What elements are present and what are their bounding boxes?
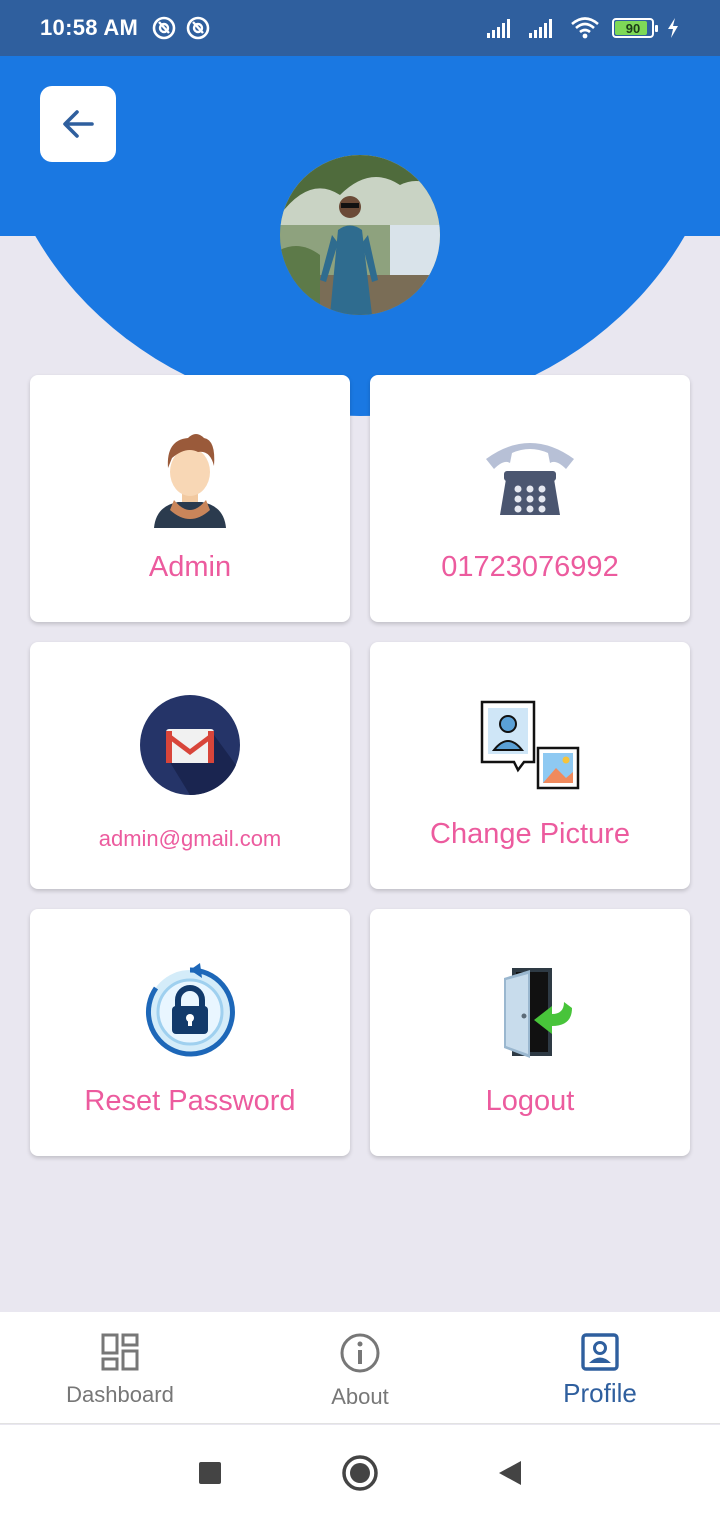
system-navigation-bar: [0, 1425, 720, 1520]
signal-icon: [529, 19, 552, 38]
system-back-button[interactable]: [485, 1448, 535, 1498]
admin-label: Admin: [148, 551, 232, 583]
email-card[interactable]: admin@gmail.com: [30, 642, 350, 889]
lock-reset-icon: [135, 961, 245, 1063]
phone-card[interactable]: 01723076992: [370, 375, 690, 622]
telephone-icon: [475, 427, 585, 529]
status-notification-icons: [152, 16, 210, 40]
profile-photo: [280, 155, 440, 315]
home-button[interactable]: [335, 1448, 385, 1498]
dashboard-icon: [101, 1333, 139, 1371]
nav-label-profile: Profile: [563, 1378, 637, 1408]
info-icon: [340, 1333, 380, 1373]
notification-icon: [186, 16, 210, 40]
back-button[interactable]: [40, 86, 116, 162]
charging-icon: [668, 18, 678, 38]
change-picture-icon: [475, 694, 585, 796]
profile-avatar[interactable]: [280, 155, 440, 315]
triangle-back-icon: [499, 1460, 521, 1485]
change-picture-card[interactable]: Change Picture: [370, 642, 690, 889]
nav-item-profile[interactable]: Profile: [480, 1312, 720, 1423]
profile-options-grid: Admin 01723076992 admin@gmail.com Change…: [30, 375, 690, 1156]
logout-label: Logout: [485, 1085, 575, 1117]
home-circle-icon: [342, 1454, 378, 1491]
logout-card[interactable]: Logout: [370, 909, 690, 1156]
bottom-navigation: Dashboard About Profile: [0, 1312, 720, 1424]
arrow-left-icon: [63, 110, 94, 138]
battery-level: 90: [625, 20, 641, 36]
nav-label-dashboard: Dashboard: [66, 1382, 174, 1407]
nav-item-about[interactable]: About: [240, 1312, 480, 1423]
email-label: admin@gmail.com: [98, 826, 282, 851]
phone-label: 01723076992: [441, 551, 619, 583]
user-avatar-icon: [135, 427, 245, 529]
square-icon: [199, 1461, 221, 1484]
gmail-icon: [135, 694, 245, 796]
reset-password-label: Reset Password: [84, 1085, 296, 1117]
signal-icon: [487, 19, 510, 38]
change-picture-label: Change Picture: [430, 818, 630, 850]
logout-door-icon: [475, 961, 585, 1063]
nav-label-about: About: [331, 1384, 389, 1409]
notification-icon: [152, 16, 176, 40]
nav-item-dashboard[interactable]: Dashboard: [0, 1312, 240, 1423]
admin-card[interactable]: Admin: [30, 375, 350, 622]
status-bar: 10:58 AM 90: [0, 0, 720, 56]
battery-icon: 90: [612, 18, 658, 38]
status-system-icons: 90: [486, 16, 680, 40]
reset-password-card[interactable]: Reset Password: [30, 909, 350, 1156]
recent-apps-button[interactable]: [185, 1448, 235, 1498]
status-time: 10:58 AM: [40, 15, 139, 40]
profile-icon: [581, 1333, 619, 1371]
wifi-icon: [571, 17, 599, 39]
